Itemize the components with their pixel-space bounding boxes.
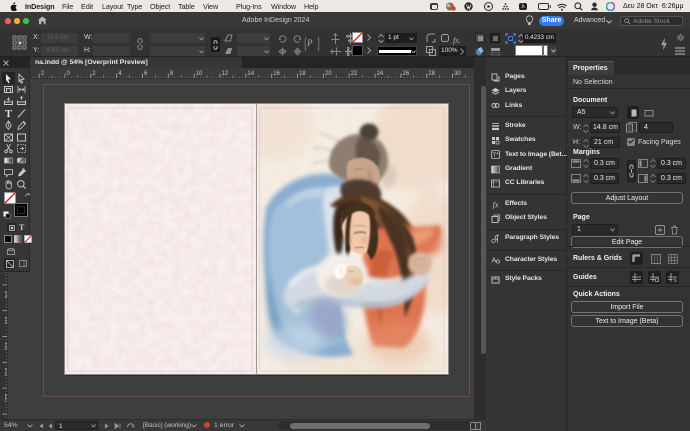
- svg-text:16: 16: [273, 71, 280, 77]
- svg-text:S: S: [673, 278, 677, 282]
- svg-text:30: 30: [454, 71, 461, 77]
- svg-text:12: 12: [222, 71, 229, 77]
- svg-text:A: A: [491, 256, 496, 265]
- svg-text:20: 20: [325, 71, 332, 77]
- svg-text:28: 28: [428, 71, 435, 77]
- svg-text:22: 22: [351, 71, 358, 77]
- svg-text:14: 14: [247, 71, 254, 77]
- svg-text:10: 10: [196, 71, 203, 77]
- svg-text:24: 24: [377, 71, 384, 77]
- svg-text:T: T: [492, 152, 496, 159]
- svg-text:T: T: [5, 109, 12, 119]
- svg-text:fx: fx: [493, 200, 499, 209]
- svg-text:26: 26: [402, 71, 409, 77]
- svg-text:18: 18: [299, 71, 306, 77]
